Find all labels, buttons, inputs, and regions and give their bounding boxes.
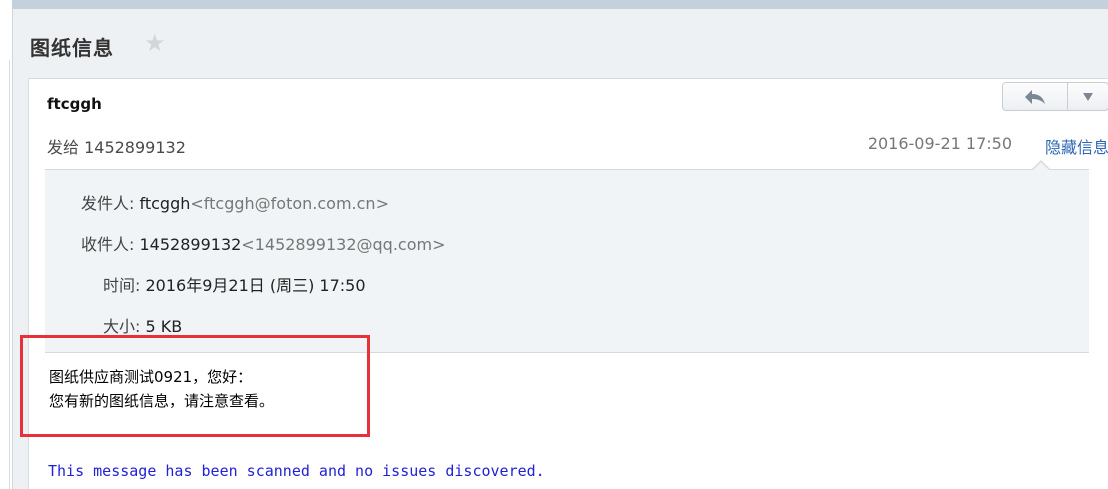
- message-toolbar: [1002, 82, 1108, 111]
- star-icon[interactable]: ★: [144, 31, 166, 55]
- to-row: 收件人: 1452899132<1452899132@qq.com>: [81, 231, 445, 255]
- scan-notice: This message has been scanned and no iss…: [48, 462, 545, 480]
- from-row: 发件人: ftcggh<ftcggh@foton.com.cn>: [81, 190, 389, 214]
- message-date: 2016-09-21 17:50: [867, 134, 1012, 153]
- highlight-box: [20, 335, 370, 437]
- sender-name[interactable]: ftcggh: [47, 95, 102, 113]
- subject-title: 图纸信息: [30, 36, 114, 60]
- left-pane-divider: [9, 60, 10, 489]
- recipient-summary: 发给 1452899132: [47, 138, 186, 157]
- from-label: 发件人:: [81, 194, 135, 213]
- time-label: 时间:: [103, 276, 141, 295]
- to-name[interactable]: 1452899132: [140, 235, 242, 254]
- time-row: 时间: 2016年9月21日 (周三) 17:50: [103, 272, 366, 296]
- from-email[interactable]: <ftcggh@foton.com.cn>: [190, 194, 389, 213]
- size-label: 大小:: [103, 317, 141, 336]
- time-value: 2016年9月21日 (周三) 17:50: [145, 276, 366, 295]
- more-actions-button[interactable]: [1068, 83, 1108, 110]
- mail-reader-window: 图纸信息 ★ ftcggh 发给 1452899132 2016-09-21 1…: [0, 0, 1108, 489]
- to-email[interactable]: <1452899132@qq.com>: [241, 235, 445, 254]
- from-name[interactable]: ftcggh: [140, 194, 191, 213]
- top-border: [0, 0, 1108, 9]
- details-caret-fill: [1032, 162, 1050, 171]
- size-row: 大小: 5 KB: [103, 313, 182, 337]
- reply-button[interactable]: [1003, 83, 1068, 110]
- hide-details-link[interactable]: 隐藏信息: [1045, 134, 1108, 158]
- reply-arrow-icon: [1025, 89, 1045, 104]
- to-label: 收件人:: [81, 235, 135, 254]
- size-value: 5 KB: [145, 317, 183, 336]
- top-border-gap: [0, 0, 12, 9]
- chevron-down-icon: [1083, 92, 1093, 101]
- message-details-panel: 发件人: ftcggh<ftcggh@foton.com.cn> 收件人: 14…: [45, 160, 1089, 353]
